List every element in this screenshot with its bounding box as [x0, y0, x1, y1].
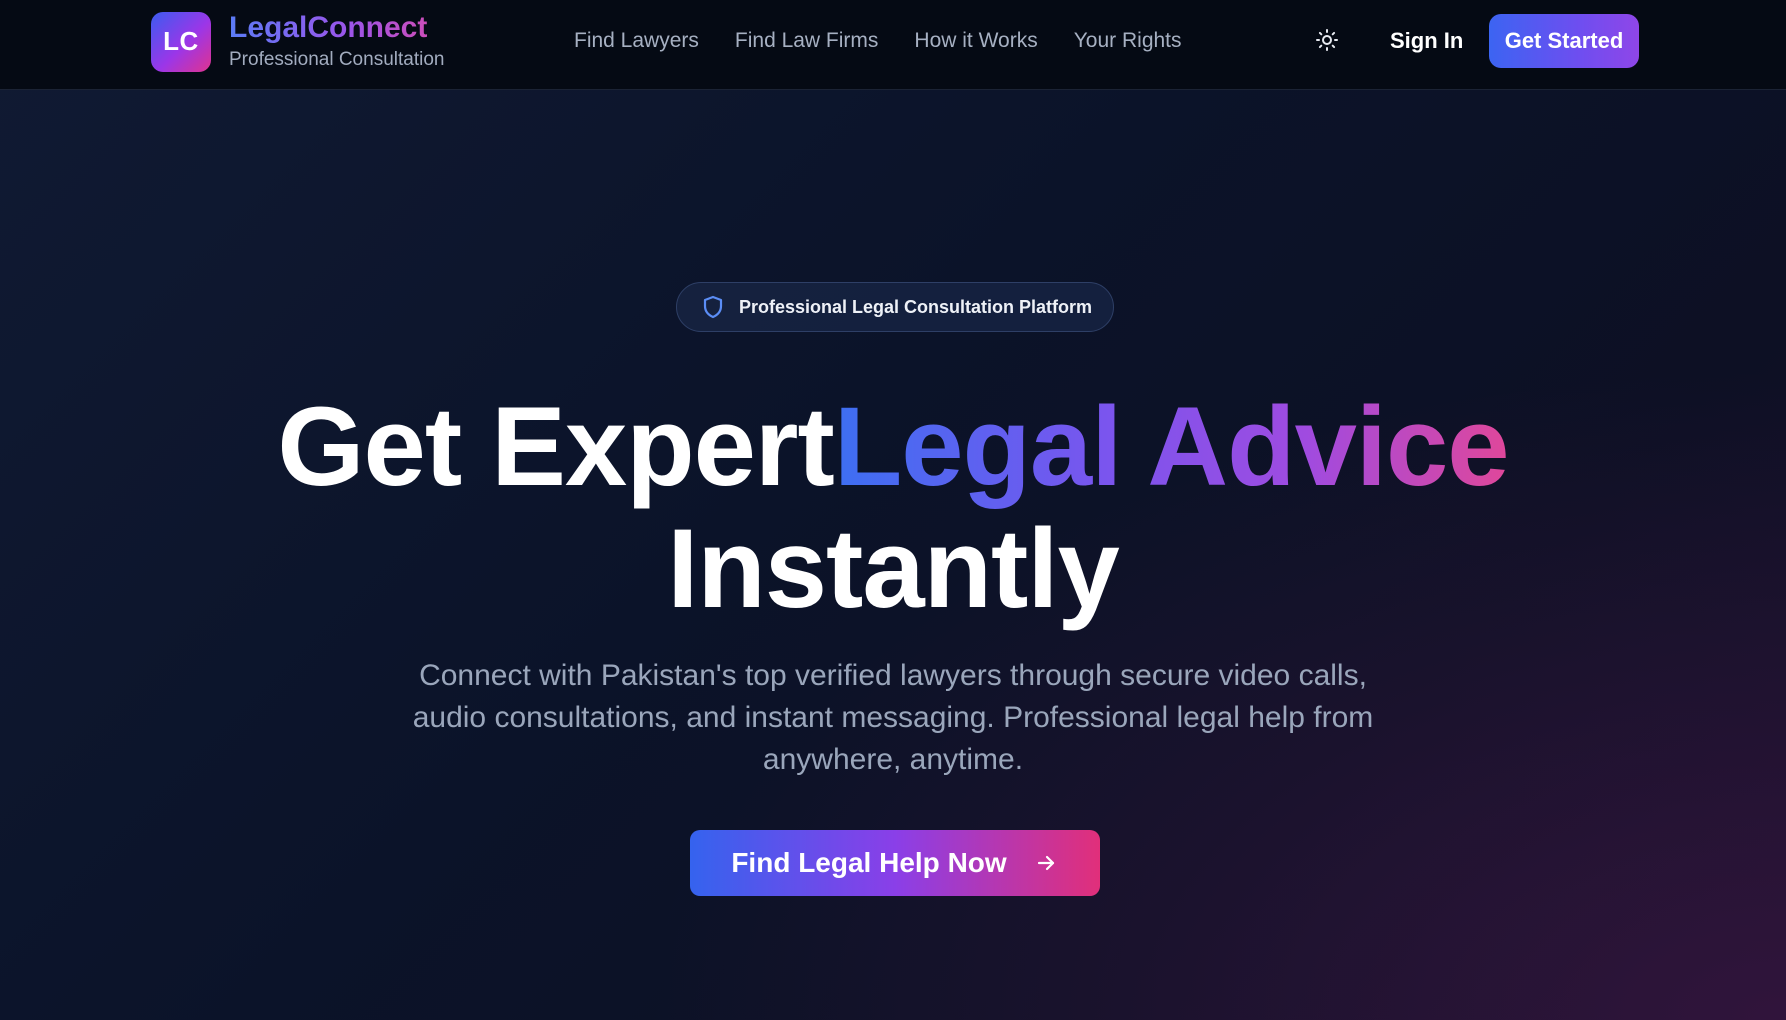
headline-part-2: Instantly: [667, 506, 1120, 631]
cta-label: Find Legal Help Now: [731, 847, 1007, 878]
theme-toggle-button[interactable]: [1312, 27, 1342, 57]
nav-link-your-rights[interactable]: Your Rights: [1074, 28, 1182, 54]
navbar: LC LegalConnect Professional Consultatio…: [0, 0, 1786, 90]
hero-subtitle: Connect with Pakistan's top verified law…: [412, 659, 1374, 776]
find-legal-help-button[interactable]: Find Legal Help Now: [690, 830, 1100, 896]
shield-icon: [701, 295, 725, 319]
headline-highlight: Legal Advice: [833, 384, 1510, 509]
sign-in-button[interactable]: Sign In: [1390, 27, 1463, 55]
brand-text: LegalConnect Professional Consultation: [229, 11, 444, 72]
headline-line-1: Get ExpertLegal Advice: [0, 386, 1786, 508]
hero-headline: Get ExpertLegal Advice Instantly: [0, 386, 1786, 630]
arrow-right-icon: [1035, 851, 1059, 875]
brand-name[interactable]: LegalConnect: [229, 11, 444, 45]
get-started-button[interactable]: Get Started: [1489, 14, 1639, 68]
nav-link-how-it-works[interactable]: How it Works: [914, 28, 1037, 54]
headline-part-1: Get Expert: [277, 384, 834, 509]
nav-link-find-lawyers[interactable]: Find Lawyers: [574, 28, 699, 54]
sun-icon: [1315, 28, 1339, 57]
main-nav: Find Lawyers Find Law Firms How it Works…: [574, 28, 1218, 54]
platform-badge: Professional Legal Consultation Platform: [676, 282, 1114, 332]
nav-link-find-law-firms[interactable]: Find Law Firms: [735, 28, 879, 54]
badge-text: Professional Legal Consultation Platform: [739, 296, 1093, 317]
brand[interactable]: LC LegalConnect Professional Consultatio…: [151, 11, 444, 72]
brand-tagline: Professional Consultation: [229, 49, 445, 70]
brand-logo[interactable]: LC: [151, 11, 211, 72]
